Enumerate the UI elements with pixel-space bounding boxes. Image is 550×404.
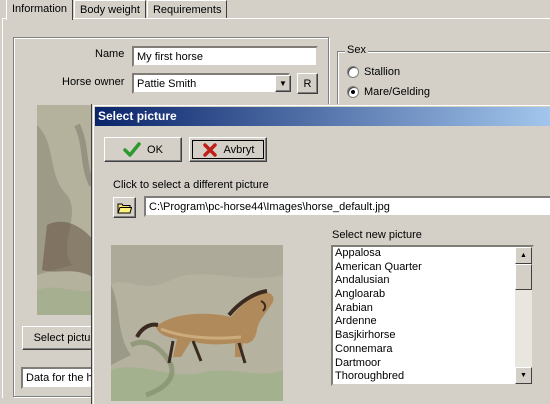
tab-information[interactable]: Information (6, 0, 74, 20)
breed-list-item[interactable]: Angloarab (333, 288, 532, 302)
radio-stallion-circle (347, 66, 359, 78)
breed-list-item[interactable]: American Quarter (333, 261, 532, 275)
cancel-button[interactable]: Avbryt (189, 137, 267, 162)
radio-mare-gelding-label: Mare/Gelding (364, 86, 431, 98)
radio-mare-gelding-circle (347, 86, 359, 98)
owner-r-button[interactable]: R (297, 73, 318, 94)
horse-preview-art (111, 245, 283, 401)
owner-r-button-label: R (303, 77, 312, 90)
picture-preview (111, 245, 283, 401)
owner-dropdown-button[interactable]: ▼ (275, 75, 291, 92)
radio-stallion-label: Stallion (364, 66, 401, 78)
breed-list-item[interactable]: Thoroughbred (333, 370, 532, 384)
click-to-select-label: Click to select a different picture (113, 179, 269, 191)
breed-list-item[interactable]: Appalosa (333, 247, 532, 261)
chevron-down-icon: ▼ (279, 79, 287, 88)
scroll-down-button[interactable]: ▼ (515, 367, 532, 384)
folder-icon (117, 203, 132, 213)
breed-list-item[interactable]: Ardenne (333, 315, 532, 329)
radio-stallion[interactable]: Stallion (347, 66, 400, 78)
dialog-title-bar: Select picture (95, 107, 550, 126)
arrow-up-icon: ▲ (520, 252, 527, 259)
breed-list-item[interactable]: Connemara (333, 343, 532, 357)
tab-body-weight[interactable]: Body weight (74, 0, 146, 19)
select-picture-dialog: Select picture OK Avbryt Click to select… (92, 104, 550, 404)
select-picture-button[interactable]: Select pictu (22, 326, 102, 350)
tab-strip: Information Body weight Requirements (6, 0, 228, 20)
horse-owner-label: Horse owner (62, 76, 125, 88)
ok-button[interactable]: OK (104, 137, 182, 162)
select-new-picture-label: Select new picture (332, 229, 422, 241)
name-label: Name (95, 48, 125, 60)
tab-requirements[interactable]: Requirements (146, 0, 228, 19)
picture-path-field[interactable]: C:\Program\pc-horse44\Images\horse_defau… (144, 196, 550, 217)
dialog-title: Select picture (98, 109, 177, 123)
x-icon (202, 142, 217, 157)
scroll-thumb[interactable] (515, 264, 532, 290)
horse-picture-art (37, 105, 97, 315)
checkmark-icon (123, 141, 141, 157)
horse-owner-select[interactable]: Pattie Smith (132, 73, 290, 94)
sex-group-title: Sex (345, 44, 368, 56)
scroll-up-button[interactable]: ▲ (515, 247, 532, 264)
breed-list[interactable]: Appalosa American Quarter Andalusian Angloa… (331, 245, 534, 386)
breed-list-item[interactable]: Andalusian (333, 274, 532, 288)
arrow-down-icon: ▼ (520, 372, 527, 379)
select-picture-label: Select pictu (33, 332, 91, 344)
breed-list-item[interactable]: Basjkirhorse (333, 329, 532, 343)
breed-list-items: Appalosa American Quarter Andalusian Angloa… (333, 247, 532, 384)
breed-list-item[interactable]: Arabian (333, 302, 532, 316)
notes-field[interactable]: Data for the h (21, 367, 99, 389)
name-field[interactable]: My first horse (132, 46, 318, 67)
horse-picture (37, 105, 97, 315)
breed-list-item[interactable]: Dartmoor (333, 357, 532, 371)
breed-list-scrollbar[interactable]: ▲ ▼ (515, 247, 532, 384)
browse-folder-button[interactable] (113, 197, 136, 218)
ok-button-label: OK (147, 143, 163, 156)
radio-mare-gelding[interactable]: Mare/Gelding (347, 86, 430, 98)
cancel-button-label: Avbryt (223, 143, 255, 156)
